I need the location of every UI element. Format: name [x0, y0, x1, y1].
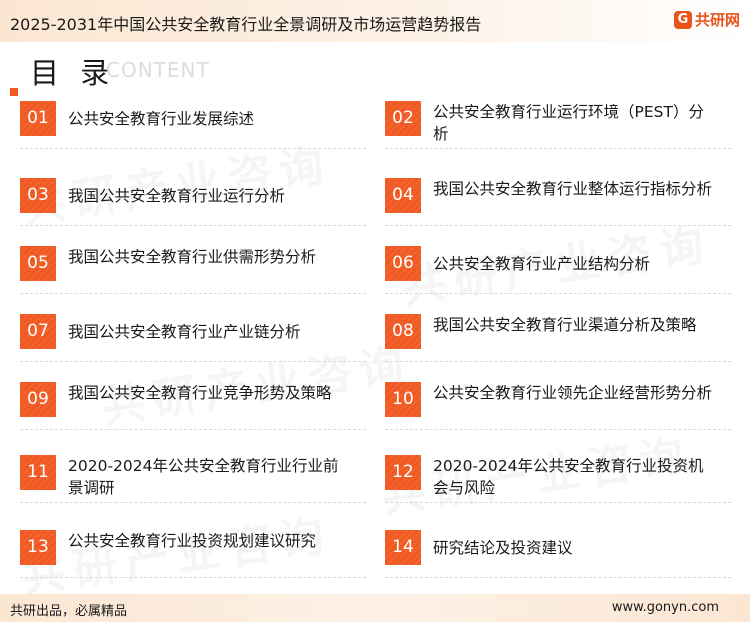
toc-item-number: 10 — [385, 382, 421, 417]
toc-item-divider — [20, 148, 366, 149]
toc-item-label: 公共安全教育行业运行环境（PEST）分析 — [433, 103, 704, 143]
toc-item-number: 11 — [20, 455, 56, 490]
toc-item-label: 我国公共安全教育行业整体运行指标分析 — [433, 180, 713, 198]
toc-item-number: 01 — [20, 101, 56, 136]
toc-item-number: 07 — [20, 314, 56, 349]
toc-item-divider — [385, 577, 731, 578]
toc-item-number: 13 — [20, 530, 56, 565]
toc-item-number: 09 — [20, 382, 56, 417]
toc-item-divider — [20, 293, 366, 294]
toc-item-number: 08 — [385, 314, 421, 349]
toc-item-label: 我国公共安全教育行业竞争形势及策略 — [68, 384, 332, 402]
toc-item[interactable]: 11 2020-2024年公共安全教育行业行业前景调研 — [20, 455, 370, 511]
toc-item[interactable]: 13 公共安全教育行业投资规划建议研究 — [20, 530, 370, 586]
toc-item[interactable]: 07 我国公共安全教育行业产业链分析 — [20, 314, 370, 370]
toc-item[interactable]: 03 我国公共安全教育行业运行分析 — [20, 178, 370, 234]
brand-name: 共研网 — [694, 11, 740, 29]
toc-item[interactable]: 04 我国公共安全教育行业整体运行指标分析 — [385, 178, 735, 234]
toc-item-divider — [385, 502, 731, 503]
toc-item-label: 研究结论及投资建议 — [433, 539, 573, 557]
toc-item-divider — [385, 293, 731, 294]
toc-item-divider — [385, 429, 731, 430]
toc-item-number: 03 — [20, 178, 56, 213]
brand-icon: G — [673, 10, 692, 29]
toc-item-label: 2020-2024年公共安全教育行业投资机会与风险 — [433, 457, 704, 497]
brand-logo[interactable]: G 共研网 — [673, 9, 740, 30]
toc-item[interactable]: 12 2020-2024年公共安全教育行业投资机会与风险 — [385, 455, 735, 511]
report-title: 2025-2031年中国公共安全教育行业全景调研及市场运营趋势报告 — [10, 15, 482, 34]
toc-heading: 目 录 — [30, 56, 116, 90]
toc-item[interactable]: 10 公共安全教育行业领先企业经营形势分析 — [385, 382, 735, 438]
toc-item-number: 02 — [385, 101, 421, 136]
toc-item[interactable]: 14 研究结论及投资建议 — [385, 530, 735, 586]
toc-item-label: 公共安全教育行业领先企业经营形势分析 — [433, 384, 713, 402]
toc-subheading: CONTENT — [106, 58, 210, 82]
toc-item-divider — [385, 148, 731, 149]
toc-item[interactable]: 08 我国公共安全教育行业渠道分析及策略 — [385, 314, 735, 370]
toc-item-label: 公共安全教育行业发展综述 — [68, 110, 255, 128]
toc-item-divider — [20, 577, 366, 578]
toc-item-label: 我国公共安全教育行业渠道分析及策略 — [433, 316, 697, 334]
toc-item[interactable]: 06 公共安全教育行业产业结构分析 — [385, 246, 735, 302]
footer-bar: 共研出品，必属精品 www.gonyn.com — [0, 594, 750, 622]
toc-item[interactable]: 09 我国公共安全教育行业竞争形势及策略 — [20, 382, 370, 438]
toc-item-number: 05 — [20, 246, 56, 281]
toc-item-number: 12 — [385, 455, 421, 490]
toc-item-label: 我国公共安全教育行业供需形势分析 — [68, 248, 317, 266]
toc-item[interactable]: 02 公共安全教育行业运行环境（PEST）分析 — [385, 101, 735, 157]
toc-item-divider — [20, 225, 366, 226]
toc-item-divider — [385, 361, 731, 362]
accent-marker — [10, 88, 18, 96]
toc-item-number: 14 — [385, 530, 421, 565]
toc-item-label: 2020-2024年公共安全教育行业行业前景调研 — [68, 457, 339, 497]
toc-item-divider — [20, 361, 366, 362]
header-bar: 2025-2031年中国公共安全教育行业全景调研及市场运营趋势报告 G 共研网 — [0, 0, 750, 42]
toc-item-number: 04 — [385, 178, 421, 213]
toc-item-label: 公共安全教育行业产业结构分析 — [433, 255, 651, 273]
toc-item-number: 06 — [385, 246, 421, 281]
toc-item[interactable]: 01 公共安全教育行业发展综述 — [20, 101, 370, 157]
toc-item-divider — [385, 225, 731, 226]
toc-item-label: 我国公共安全教育行业运行分析 — [68, 187, 286, 205]
toc-item[interactable]: 05 我国公共安全教育行业供需形势分析 — [20, 246, 370, 302]
footer-website[interactable]: www.gonyn.com — [612, 600, 719, 615]
footer-slogan: 共研出品，必属精品 — [10, 604, 128, 619]
toc-item-divider — [20, 429, 366, 430]
toc-item-label: 我国公共安全教育行业产业链分析 — [68, 323, 301, 341]
toc-item-divider — [20, 502, 366, 503]
toc-item-label: 公共安全教育行业投资规划建议研究 — [68, 532, 317, 550]
